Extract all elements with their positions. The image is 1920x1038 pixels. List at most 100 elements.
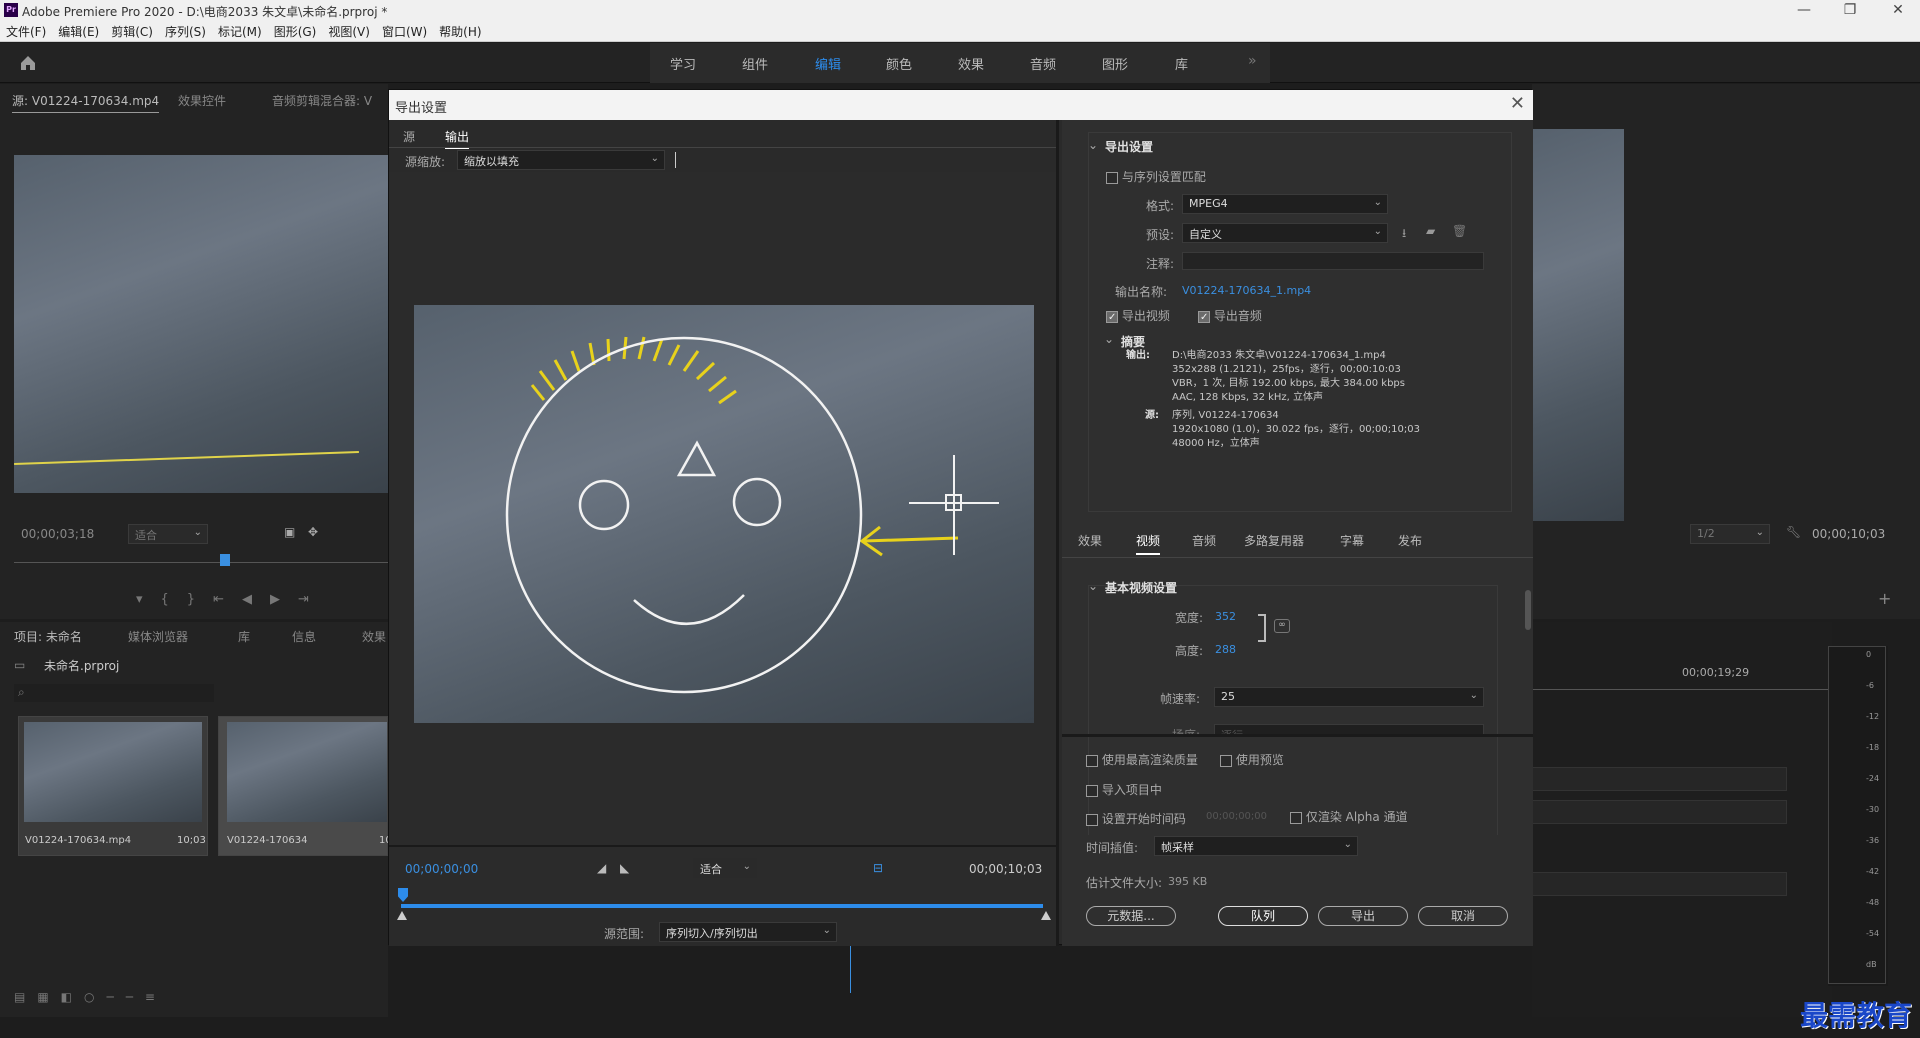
import-preset-icon[interactable]: ▰ <box>1426 224 1435 238</box>
video-collapse-icon[interactable]: ⌄ <box>1088 579 1098 593</box>
export-frame-icon[interactable]: ▣ <box>284 525 295 539</box>
framerate-select[interactable]: 25 ⌄ <box>1214 687 1484 707</box>
workspace-tab[interactable]: 图形 <box>1102 54 1128 73</box>
summary-line: 352x288 (1.2121)，25fps，逐行，00;00:10:03 <box>1172 364 1401 375</box>
time-interpolation-select[interactable]: 帧采样 ⌄ <box>1154 836 1358 856</box>
preset-select[interactable]: 自定义 ⌄ <box>1182 223 1388 243</box>
program-video-frame <box>1532 129 1624 521</box>
export-fit-select[interactable]: 适合 ⌄ <box>693 858 757 878</box>
program-zoom-select[interactable]: 1/2 ⌄ <box>1690 524 1770 544</box>
output-name-link[interactable]: V01224-170634_1.mp4 <box>1182 284 1311 297</box>
export-tab[interactable]: 字幕 <box>1340 532 1364 549</box>
format-select[interactable]: MPEG4 ⌄ <box>1182 194 1388 214</box>
collapse-icon[interactable]: ⌄ <box>1088 138 1098 152</box>
more-workspaces-icon[interactable]: » <box>1248 53 1257 69</box>
project-panel-tab[interactable]: 效果 <box>362 628 386 645</box>
export-tab[interactable]: 视频 <box>1136 532 1161 555</box>
save-preset-icon[interactable]: ⭳ <box>1402 224 1406 245</box>
use-previews-checkbox[interactable]: 使用预览 <box>1220 751 1284 768</box>
export-current-time[interactable]: 00;00;00;00 <box>405 862 478 876</box>
project-panel-tab[interactable]: 信息 <box>292 628 316 645</box>
settings-scrollbar[interactable] <box>1525 590 1531 630</box>
queue-button[interactable]: 队列 <box>1218 906 1308 926</box>
width-value[interactable]: 352 <box>1215 610 1236 623</box>
export-button[interactable]: 导出 <box>1318 906 1408 926</box>
close-window-icon[interactable]: ✕ <box>1888 2 1908 18</box>
export-tab[interactable]: 多路复用器 <box>1244 532 1304 549</box>
start-timecode-input[interactable]: 00;00;00;00 <box>1206 811 1267 822</box>
tab-output[interactable]: 输出 <box>445 128 470 149</box>
mark-out-icon[interactable]: ◣ <box>620 861 629 875</box>
project-item-sequence[interactable]: V01224-170634 10 <box>218 716 392 856</box>
constrain-link-icon[interactable]: ∞ <box>1274 619 1290 633</box>
summary-heading: 摘要 <box>1121 335 1146 349</box>
export-tab[interactable]: 发布 <box>1398 532 1422 549</box>
project-panel-tab[interactable]: 项目: 未命名 <box>14 628 82 645</box>
menu-item[interactable]: 剪辑(C) <box>105 20 159 43</box>
render-alpha-only-checkbox[interactable]: 仅渲染 Alpha 通道 <box>1290 808 1408 825</box>
menu-item[interactable]: 窗口(W) <box>376 20 433 43</box>
source-tab[interactable]: 源: V01224-170634.mp4 <box>12 92 160 113</box>
import-into-project-checkbox[interactable]: 导入项目中 <box>1086 781 1162 798</box>
workspace-tab[interactable]: 音频 <box>1030 54 1056 73</box>
menu-item[interactable]: 标记(M) <box>212 20 268 43</box>
export-audio-checkbox[interactable]: 导出音频 <box>1198 307 1262 324</box>
workspace-tab[interactable]: 学习 <box>670 54 696 73</box>
set-start-timecode-checkbox[interactable]: 设置开始时间码 <box>1086 810 1186 827</box>
source-fit-select[interactable]: 适合 ⌄ <box>128 524 208 544</box>
source-transport[interactable]: ▾{}⇤◀▶⇥ <box>136 592 327 607</box>
menu-item[interactable]: 编辑(E) <box>52 20 105 43</box>
export-video-checkbox[interactable]: 导出视频 <box>1106 307 1170 324</box>
timeline-track <box>1532 872 1787 896</box>
menu-item[interactable]: 序列(S) <box>159 20 212 43</box>
program-monitor-panel: 1/2 ⌄ 🔧︎ 00;00;10;03 + <box>1532 84 1920 619</box>
maximize-icon[interactable]: ❐ <box>1840 2 1860 18</box>
home-icon[interactable] <box>18 53 38 73</box>
source-range-select[interactable]: 序列切入/序列切出 ⌄ <box>659 922 837 942</box>
meter-tick-label: -18 <box>1866 743 1880 752</box>
project-search-input[interactable]: ⌕ <box>14 684 214 702</box>
workspace-tab[interactable]: 编辑 <box>815 54 841 73</box>
tab-source[interactable]: 源 <box>403 128 415 145</box>
cancel-button[interactable]: 取消 <box>1418 906 1508 926</box>
height-value[interactable]: 288 <box>1215 643 1236 656</box>
workspace-tab[interactable]: 颜色 <box>886 54 912 73</box>
minimize-icon[interactable]: — <box>1794 2 1814 18</box>
audio-mixer-tab[interactable]: 音频剪辑混合器: V <box>272 92 372 109</box>
summary-collapse-icon[interactable]: ⌄ <box>1104 332 1114 346</box>
mark-in-icon[interactable]: ◢ <box>597 861 606 875</box>
metadata-button[interactable]: 元数据... <box>1086 906 1176 926</box>
source-monitor-panel: 源: V01224-170634.mp4 效果控件 音频剪辑混合器: V 00;… <box>0 84 388 619</box>
out-point-handle[interactable] <box>1041 911 1051 920</box>
timeline-ruler <box>1532 682 1832 690</box>
export-tab[interactable]: 音频 <box>1192 532 1216 549</box>
export-tab[interactable]: 效果 <box>1078 532 1102 549</box>
aspect-ratio-icon[interactable]: ⊟ <box>873 861 883 875</box>
source-playhead[interactable] <box>220 554 230 566</box>
close-icon[interactable]: ✕ <box>1510 93 1525 114</box>
max-render-quality-checkbox[interactable]: 使用最高渲染质量 <box>1086 751 1198 768</box>
workspace-tab[interactable]: 库 <box>1175 54 1188 73</box>
menu-item[interactable]: 图形(G) <box>268 20 323 43</box>
project-panel-tab[interactable]: 库 <box>238 628 250 645</box>
menu-item[interactable]: 文件(F) <box>0 20 52 43</box>
match-sequence-checkbox[interactable]: 与序列设置匹配 <box>1106 168 1206 185</box>
project-toolbar[interactable]: ▤▦◧○──≡ <box>14 990 167 1004</box>
workspace-tab[interactable]: 效果 <box>958 54 984 73</box>
output-name-label: 输出名称: <box>1115 285 1168 299</box>
menu-item[interactable]: 视图(V) <box>322 20 376 43</box>
settings-icon[interactable]: ✥ <box>308 525 318 539</box>
add-button-icon[interactable]: + <box>1878 589 1891 608</box>
clip-name: V01224-170634.mp4 <box>25 835 132 846</box>
effect-controls-tab[interactable]: 效果控件 <box>178 92 226 109</box>
delete-preset-icon[interactable]: 🗑︎ <box>1452 224 1467 238</box>
wrench-icon[interactable]: 🔧︎ <box>1786 525 1801 539</box>
export-range-bar[interactable] <box>401 904 1043 908</box>
source-scaling-select[interactable]: 缩放以填充 ⌄ <box>457 150 665 170</box>
project-item-clip[interactable]: V01224-170634.mp4 10;03 <box>18 716 208 856</box>
in-point-handle[interactable] <box>397 911 407 920</box>
workspace-tab[interactable]: 组件 <box>742 54 768 73</box>
project-panel-tab[interactable]: 媒体浏览器 <box>128 628 188 645</box>
menu-item[interactable]: 帮助(H) <box>433 20 487 43</box>
comment-input[interactable] <box>1182 252 1484 270</box>
